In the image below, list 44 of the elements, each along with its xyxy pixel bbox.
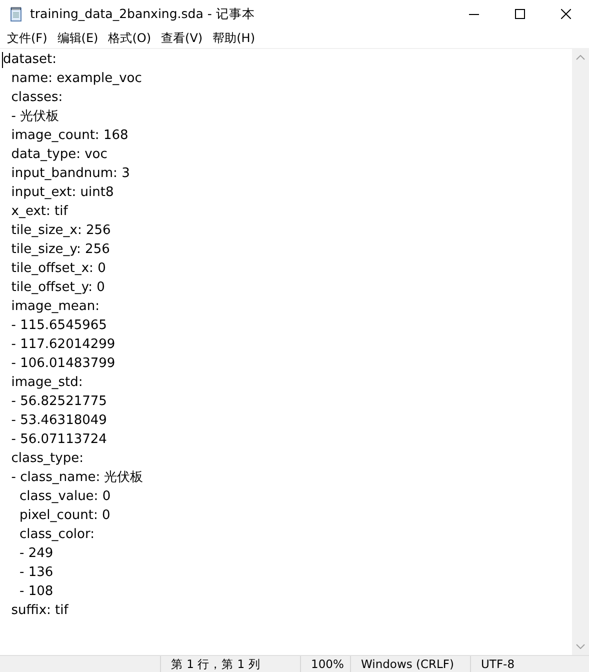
text-line: - 108 [18,583,54,601]
line-ending: Windows (CRLF) [350,656,470,672]
text-line: tile_size_x: 256 [10,222,111,240]
notepad-icon [8,6,24,22]
text-line: classes: [10,89,63,107]
menu-item[interactable]: 格式(O) [103,30,156,46]
menu-item[interactable]: 帮助(H) [208,30,260,46]
text-line: suffix: tif [10,602,68,620]
text-line: class_value: 0 [18,488,111,506]
text-line: - class_name: 光伏板 [10,469,144,487]
text-line: name: example_voc [10,70,142,88]
text-line: - 53.46318049 [10,412,107,430]
text-line: tile_offset_x: 0 [10,260,106,278]
text-line: image_std: [10,374,83,392]
text-line: x_ext: tif [10,203,68,221]
window-title: training_data_2banxing.sda - 记事本 [30,6,256,22]
text-line: input_ext: uint8 [10,184,114,202]
menu-item[interactable]: 编辑(E) [52,30,104,46]
text-line: class_color: [18,526,94,544]
text-line: image_count: 168 [10,127,128,145]
menu-item[interactable]: 文件(F) [2,30,52,46]
text-line: class_type: [10,450,84,468]
text-line: image_mean: [10,298,100,316]
zoom-level: 100% [300,656,350,672]
text-line: - 117.62014299 [10,336,116,354]
text-line: - 115.6545965 [10,317,107,335]
text-line: tile_size_y: 256 [10,241,110,259]
cursor-position: 第 1 行，第 1 列 [160,656,300,672]
text-encoding: UTF-8 [470,656,589,672]
close-icon[interactable] [561,9,571,19]
text-line: pixel_count: 0 [18,507,110,525]
menu-item[interactable]: 查看(V) [156,30,208,46]
text-line: dataset: [3,51,57,69]
text-line: - 56.82521775 [10,393,107,411]
text-line: - 249 [18,545,54,563]
text-line: data_type: voc [10,146,108,164]
text-line: - 光伏板 [10,108,60,126]
text-line: input_bandnum: 3 [10,165,130,183]
maximize-icon[interactable] [515,9,525,19]
text-caret [2,52,3,68]
text-line: - 136 [18,564,54,582]
text-line: tile_offset_y: 0 [10,279,105,297]
text-line: - 56.07113724 [10,431,107,449]
text-line: - 106.01483799 [10,355,116,373]
